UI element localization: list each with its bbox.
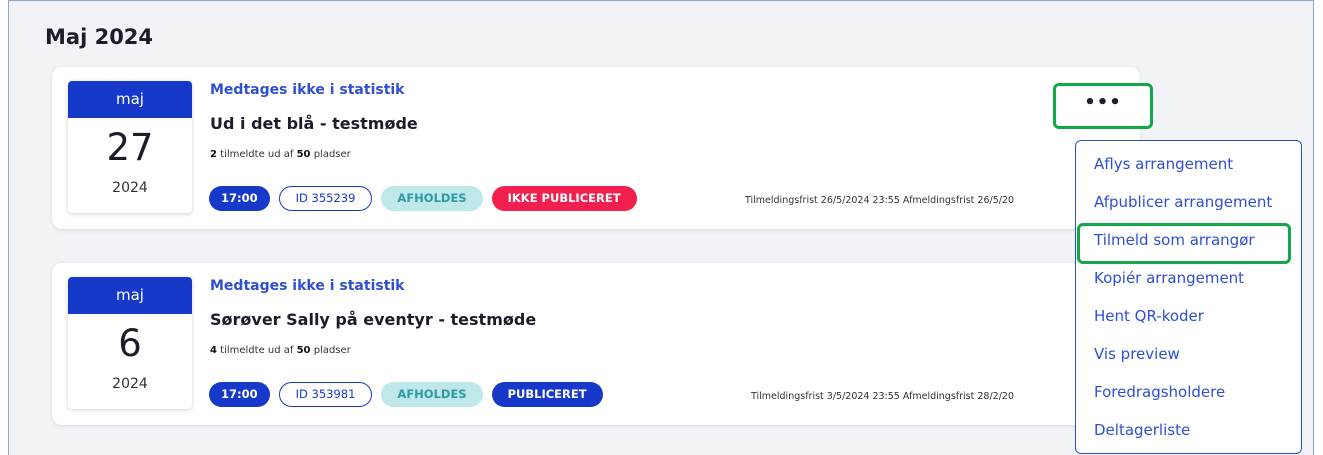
id-chip: ID 353981	[278, 382, 373, 407]
statistics-flag: Medtages ikke i statistik	[210, 278, 405, 294]
time-chip: 17:00	[209, 186, 270, 211]
signup-text-mid: tilmeldte ud af	[216, 345, 297, 356]
signup-count: 4	[210, 345, 217, 356]
event-chips: 17:00 ID 353981 AFHOLDES PUBLICERET	[209, 382, 603, 407]
month-heading: Maj 2024	[45, 25, 154, 49]
signup-text-end: pladser	[310, 149, 351, 160]
signup-capacity: 50	[296, 149, 311, 160]
deadlines-text: Tilmeldingsfrist 26/5/2024 23:55 Afmeldi…	[745, 195, 1015, 206]
date-month: maj	[68, 277, 192, 314]
date-day: 27	[106, 126, 154, 169]
event-card[interactable]: maj 27 2024 Medtages ikke i statistik Ud…	[52, 67, 1140, 229]
id-chip: ID 355239	[278, 186, 373, 211]
date-box: maj 6 2024	[68, 277, 192, 409]
signup-summary: 4 tilmeldte ud af 50 pladser	[210, 345, 351, 356]
status-chip: AFHOLDES	[381, 186, 483, 211]
context-menu: Aflys arrangement Afpublicer arrangement…	[1075, 140, 1302, 454]
signup-text-mid: tilmeldte ud af	[216, 149, 297, 160]
signup-count: 2	[210, 149, 217, 160]
date-day: 6	[118, 322, 142, 365]
more-actions-button[interactable]: •••	[1053, 83, 1153, 129]
menu-item-participant-list[interactable]: Deltagerliste	[1094, 421, 1190, 439]
date-box: maj 27 2024	[68, 81, 192, 213]
deadlines-text: Tilmeldingsfrist 3/5/2024 23:55 Afmeldin…	[751, 391, 1014, 402]
menu-item-speakers[interactable]: Foredragsholdere	[1094, 383, 1225, 401]
publish-status-chip: IKKE PUBLICERET	[491, 186, 637, 211]
date-month: maj	[68, 81, 192, 118]
event-card[interactable]: maj 6 2024 Medtages ikke i statistik Sør…	[52, 263, 1140, 425]
signup-text-end: pladser	[310, 345, 351, 356]
publish-status-chip: PUBLICERET	[491, 382, 603, 407]
menu-item-copy-event[interactable]: Kopiér arrangement	[1094, 269, 1244, 287]
menu-item-unpublish-event[interactable]: Afpublicer arrangement	[1094, 193, 1272, 211]
status-chip: AFHOLDES	[381, 382, 483, 407]
time-chip: 17:00	[209, 382, 270, 407]
date-year: 2024	[112, 180, 148, 196]
event-title[interactable]: Sørøver Sally på eventyr - testmøde	[210, 310, 536, 329]
signup-summary: 2 tilmeldte ud af 50 pladser	[210, 149, 351, 160]
statistics-flag: Medtages ikke i statistik	[210, 82, 405, 98]
event-title[interactable]: Ud i det blå - testmøde	[210, 114, 418, 133]
menu-item-get-qr-codes[interactable]: Hent QR-koder	[1094, 307, 1204, 325]
menu-item-register-as-organizer[interactable]: Tilmeld som arrangør	[1094, 231, 1255, 249]
signup-capacity: 50	[296, 345, 311, 356]
menu-item-cancel-event[interactable]: Aflys arrangement	[1094, 155, 1233, 173]
menu-item-show-preview[interactable]: Vis preview	[1094, 345, 1180, 363]
date-year: 2024	[112, 376, 148, 392]
event-chips: 17:00 ID 355239 AFHOLDES IKKE PUBLICERET	[209, 186, 637, 211]
